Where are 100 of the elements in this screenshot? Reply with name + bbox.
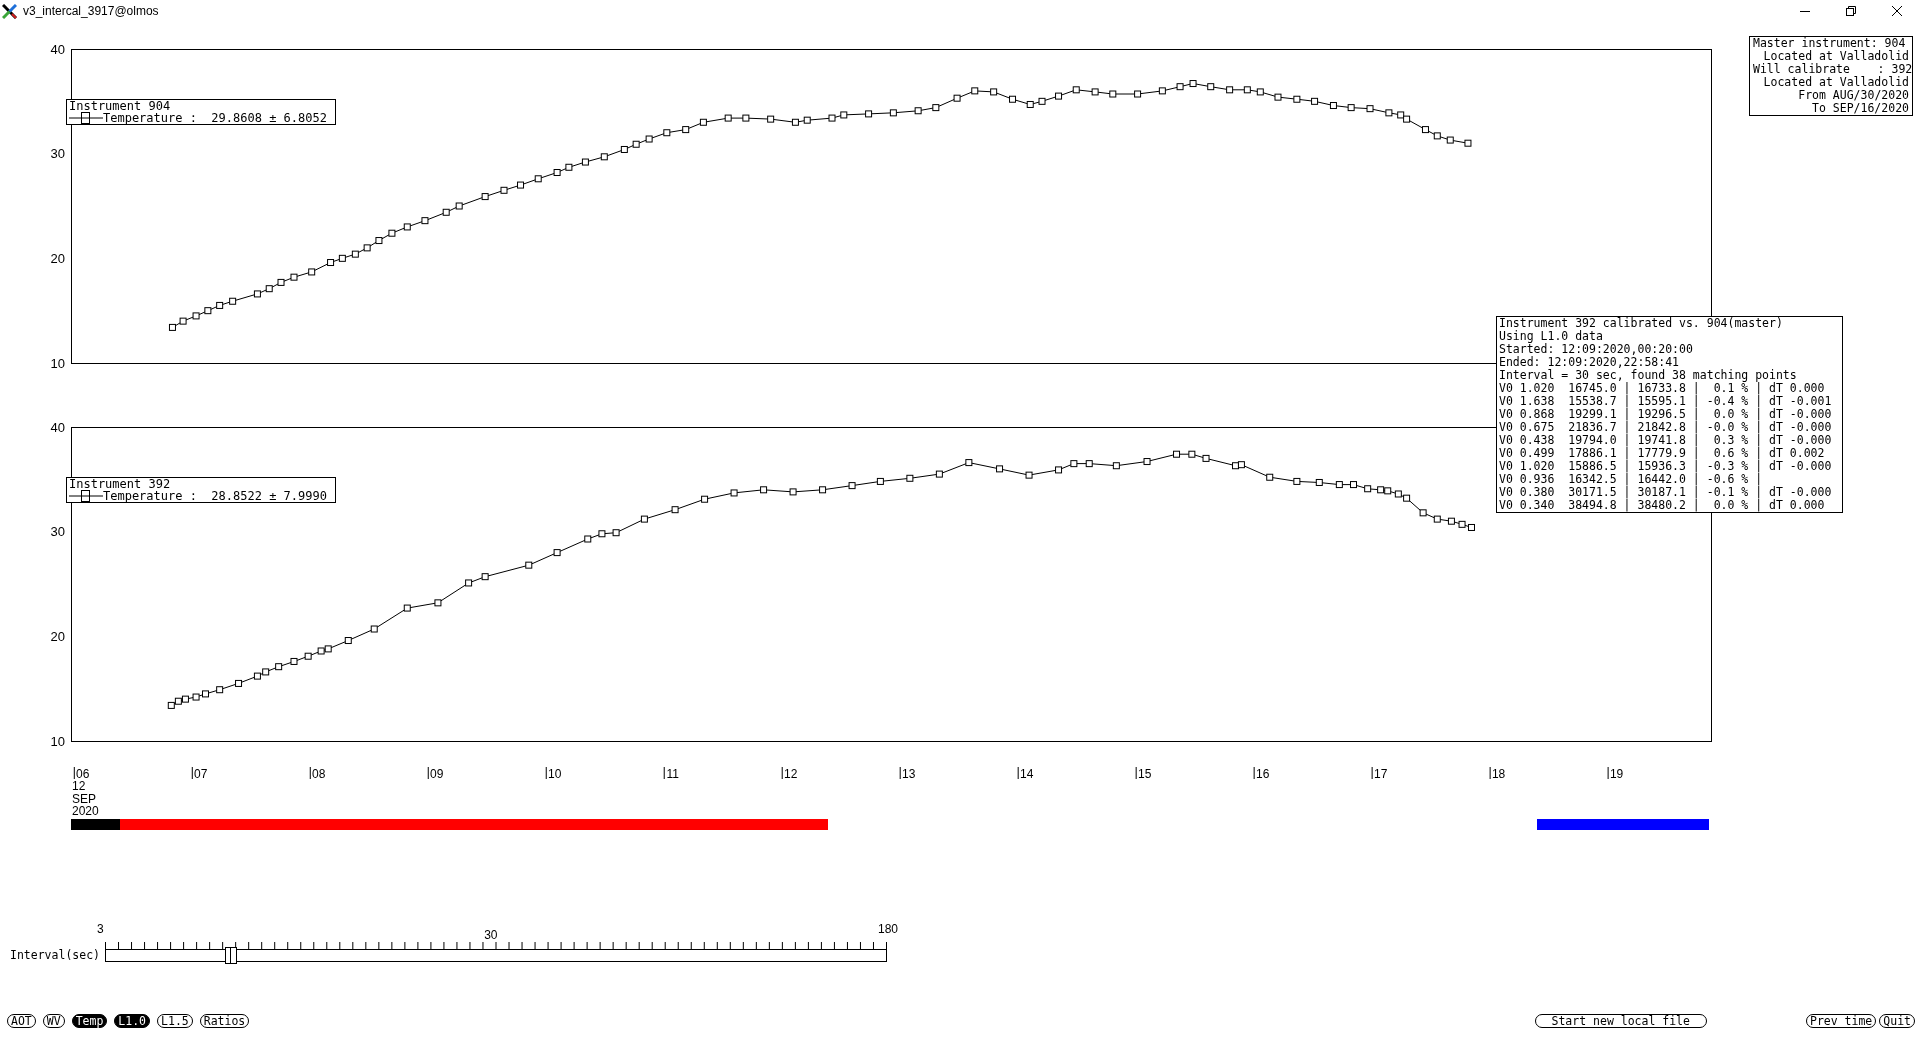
- data-point: [1293, 477, 1301, 485]
- axis-label: 16: [1255, 767, 1270, 781]
- mode-button[interactable]: WV: [42, 1014, 65, 1028]
- slider-track[interactable]: [105, 949, 887, 962]
- data-point: [671, 506, 679, 514]
- restore-icon[interactable]: [1846, 6, 1856, 16]
- data-point: [584, 535, 592, 543]
- axis-label: 10: [50, 355, 65, 371]
- data-point: [1109, 90, 1117, 98]
- data-point: [1026, 100, 1034, 108]
- x-logo-icon: [2, 3, 17, 19]
- report-line: V0 0.868 19299.1 | 19296.5 | 0.0 % | dT -0.000: [1499, 408, 1833, 421]
- data-point: [828, 114, 836, 122]
- close-icon[interactable]: [1892, 6, 1902, 16]
- axis-label: 07: [194, 767, 208, 781]
- data-point: [1226, 86, 1234, 94]
- nav-button[interactable]: Prev time: [1806, 1014, 1877, 1028]
- data-point: [216, 686, 224, 694]
- data-point: [1009, 95, 1017, 103]
- data-point: [1189, 80, 1197, 88]
- report-line: V0 0.499 17886.1 | 17779.9 | 0.6 % | dT 0.002: [1499, 447, 1826, 460]
- tick-mark: [1253, 766, 1255, 780]
- data-point: [168, 323, 176, 331]
- data-point: [308, 268, 316, 276]
- data-point: [935, 470, 943, 478]
- data-point: [632, 140, 640, 148]
- data-point: [1085, 460, 1093, 468]
- date-label: 2020: [72, 804, 99, 817]
- data-point: [351, 250, 359, 258]
- tick-mark: [899, 766, 901, 780]
- data-point: [1070, 460, 1078, 468]
- data-point: [375, 237, 383, 245]
- report-line: Interval = 30 sec, found 38 matching points: [1499, 369, 1798, 382]
- nav-button[interactable]: Quit: [1879, 1014, 1915, 1028]
- data-point: [1293, 95, 1301, 103]
- data-point: [1433, 515, 1441, 523]
- data-point: [434, 599, 442, 607]
- mode-button[interactable]: AOT: [7, 1014, 36, 1028]
- tick-mark: [73, 766, 75, 780]
- mode-button[interactable]: L1.0: [114, 1014, 151, 1028]
- data-point: [275, 663, 283, 671]
- axis-label: 30: [50, 146, 65, 162]
- data-point: [876, 477, 884, 485]
- data-point: [1188, 450, 1196, 458]
- data-point: [1446, 136, 1454, 144]
- axis-label: 14: [1020, 767, 1034, 781]
- report-line: Using L1.0 data: [1499, 330, 1604, 343]
- file-button[interactable]: Start new local file: [1534, 1014, 1707, 1028]
- data-point: [277, 278, 285, 286]
- scale-label: 30: [484, 928, 498, 942]
- mode-button[interactable]: Ratios: [199, 1014, 250, 1028]
- data-point: [1364, 485, 1372, 493]
- data-point: [363, 244, 371, 252]
- data-point: [889, 109, 897, 117]
- data-point: [338, 254, 346, 262]
- data-point: [1112, 462, 1120, 470]
- date-label: 12: [72, 779, 86, 793]
- scale-label: 180: [877, 922, 898, 936]
- data-point: [1266, 473, 1274, 481]
- legend-entry: Temperature : 28.8522 ± 7.9990: [103, 490, 327, 502]
- axis-label: 10: [50, 733, 65, 749]
- data-point: [724, 114, 732, 122]
- data-point: [1385, 109, 1393, 117]
- axis-label: 08: [312, 767, 326, 781]
- report-line: V0 0.438 19794.0 | 19741.8 | 0.3 % | dT -0.000: [1499, 434, 1833, 447]
- info-line: Located at Valladolid: [1762, 50, 1909, 63]
- slider-thumb[interactable]: [224, 947, 237, 964]
- data-point: [760, 486, 768, 494]
- data-point: [620, 146, 628, 153]
- tick-mark: [1607, 766, 1609, 780]
- data-point: [701, 495, 709, 503]
- report-line: Ended: 12:09:2020,22:58:41: [1499, 356, 1680, 369]
- axis-label: 09: [430, 767, 444, 781]
- data-point: [403, 604, 411, 612]
- axis-label: 17: [1373, 767, 1388, 781]
- data-point: [1458, 520, 1466, 528]
- data-point: [699, 118, 707, 126]
- report-line: V0 0.380 30171.5 | 30187.1 | -0.1 % | dT -0.000: [1499, 486, 1833, 499]
- data-point: [996, 465, 1004, 473]
- tick-mark: [1371, 766, 1373, 780]
- data-point: [1315, 478, 1323, 486]
- axis-label: 06: [76, 767, 90, 781]
- axis-label: 10: [548, 767, 562, 781]
- report-line: V0 1.020 16745.0 | 16733.8 | 0.1 % | dT 0.000: [1499, 382, 1826, 395]
- data-point: [202, 690, 209, 698]
- data-point: [253, 290, 261, 298]
- data-point: [1311, 97, 1319, 105]
- info-line: From AUG/30/2020: [1797, 89, 1909, 102]
- data-point: [304, 652, 312, 660]
- report-line: Started: 12:09:2020,00:20:00: [1499, 343, 1694, 356]
- tick-mark: [309, 766, 311, 780]
- minimize-icon[interactable]: [1800, 10, 1810, 12]
- data-point: [1025, 471, 1033, 479]
- data-point: [598, 530, 606, 538]
- mode-button[interactable]: Temp: [71, 1014, 108, 1028]
- data-point: [525, 561, 533, 569]
- axis-label: 11: [666, 767, 679, 781]
- data-point: [179, 317, 187, 325]
- data-point: [645, 135, 653, 143]
- mode-button[interactable]: L1.5: [157, 1014, 193, 1028]
